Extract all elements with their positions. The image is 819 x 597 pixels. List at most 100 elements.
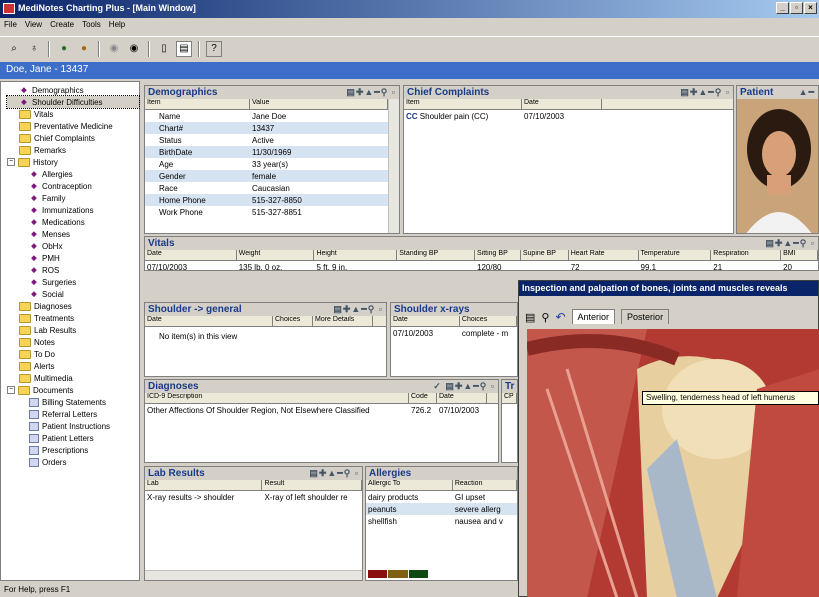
column-header[interactable]: Date	[391, 316, 460, 326]
tree-item[interactable]: Referral Letters	[7, 408, 139, 420]
column-header[interactable]: Date	[145, 250, 237, 260]
tree-item[interactable]: ◆ Contraception	[7, 180, 139, 192]
column-header[interactable]: CP	[502, 393, 517, 403]
panel-actions-icon[interactable]: ▤✚▲━⚲ ▫	[680, 87, 733, 98]
tree-item[interactable]: Patient Letters	[7, 432, 139, 444]
tree-item[interactable]: Preventative Medicine	[7, 120, 139, 132]
table-row[interactable]: Name Jane Doe	[145, 110, 388, 122]
menu-create[interactable]: Create	[50, 20, 74, 32]
tree-item[interactable]: Alerts	[7, 360, 139, 372]
column-header[interactable]: Code	[409, 393, 437, 403]
table-row[interactable]: peanuts severe allerg	[366, 503, 517, 515]
tree-item[interactable]: Orders	[7, 456, 139, 468]
column-header[interactable]: Respiration	[711, 250, 782, 260]
table-row[interactable]: shellfish nausea and v	[366, 515, 517, 527]
tree-item[interactable]: Prescriptions	[7, 444, 139, 456]
column-header[interactable]: BMI	[781, 250, 818, 260]
tree-item[interactable]: ◆ Medications	[7, 216, 139, 228]
document-icon[interactable]: ▯	[156, 41, 172, 57]
binoculars-icon[interactable]: ⌕	[6, 41, 22, 57]
tree-item[interactable]: ◆ Family	[7, 192, 139, 204]
column-header[interactable]: Heart Rate	[569, 250, 639, 260]
panel-actions-icon[interactable]: ▤✚▲━⚲ ▫	[309, 468, 362, 479]
vertical-scrollbar[interactable]	[388, 99, 399, 233]
tree-item[interactable]: Notes	[7, 336, 139, 348]
zoom-icon[interactable]: ⚲	[541, 311, 549, 324]
maximize-button[interactable]: ▫	[790, 2, 803, 14]
column-header[interactable]: Item	[145, 99, 250, 109]
column-header[interactable]: Height	[314, 250, 398, 260]
tree-item[interactable]: ◆ PMH	[7, 252, 139, 264]
panel-actions-icon[interactable]: ▤✚▲━⚲ ▫	[346, 87, 399, 98]
tree-item[interactable]: Multimedia	[7, 372, 139, 384]
column-header[interactable]: Value	[250, 99, 388, 109]
print-icon[interactable]: ▤	[525, 311, 535, 324]
minimize-button[interactable]: _	[776, 2, 789, 14]
table-row[interactable]: BirthDate 11/30/1969	[145, 146, 388, 158]
close-button[interactable]: ×	[804, 2, 817, 14]
column-header[interactable]: Date	[145, 316, 273, 326]
help-icon[interactable]: ?	[206, 40, 222, 57]
tree-item[interactable]: Treatments	[7, 312, 139, 324]
patient-icon[interactable]: ●	[56, 41, 72, 57]
tree-item[interactable]: To Do	[7, 348, 139, 360]
tree-item[interactable]: ◆ Surgeries	[7, 276, 139, 288]
tree-item[interactable]: ◆ ROS	[7, 264, 139, 276]
menu-file[interactable]: File	[4, 20, 17, 32]
tree-item[interactable]: Remarks	[7, 144, 139, 156]
tree-item[interactable]: Diagnoses	[7, 300, 139, 312]
table-row[interactable]: Home Phone 515-327-8850	[145, 194, 388, 206]
column-header[interactable]: Sitting BP	[475, 250, 521, 260]
camera-icon[interactable]: ◉	[106, 41, 122, 57]
column-header[interactable]: Temperature	[639, 250, 712, 260]
tree-item[interactable]: ◆ Demographics	[7, 84, 139, 96]
column-header[interactable]: Date	[522, 99, 602, 109]
tree-item[interactable]: ◆ Shoulder Difficulties	[6, 95, 140, 109]
table-row[interactable]: X-ray results -> shoulder X-ray of left s…	[145, 491, 362, 503]
tab-anterior[interactable]: Anterior	[571, 309, 616, 324]
tree-item[interactable]: Lab Results	[7, 324, 139, 336]
back-arrow-icon[interactable]: ↶	[555, 310, 565, 324]
column-header[interactable]: Weight	[237, 250, 315, 260]
table-row[interactable]: 07/10/2003 135 lb. 0 oz. 5 ft. 9 in. 120/80…	[145, 261, 818, 271]
collapse-icon[interactable]: −	[7, 386, 15, 394]
menu-help[interactable]: Help	[109, 20, 125, 32]
tree-item[interactable]: Vitals	[7, 108, 139, 120]
tree-item[interactable]: ◆ Menses	[7, 228, 139, 240]
menu-view[interactable]: View	[25, 20, 42, 32]
tree-item[interactable]: − Documents	[7, 384, 139, 396]
column-header[interactable]: Allergic To	[366, 480, 453, 490]
column-header[interactable]: Item	[404, 99, 522, 109]
column-header[interactable]: Choices	[460, 316, 517, 326]
table-row[interactable]: Status Active	[145, 134, 388, 146]
tree-view-icon[interactable]: ▤	[176, 40, 192, 57]
table-row[interactable]: Other Affections Of Shoulder Region, Not…	[145, 404, 498, 416]
stethoscope-icon[interactable]: ♁	[26, 41, 42, 57]
collapse-icon[interactable]: −	[7, 158, 15, 166]
tree-item[interactable]: Patient Instructions	[7, 420, 139, 432]
table-row[interactable]: Race Caucasian	[145, 182, 388, 194]
patient-search-icon[interactable]: ●	[76, 41, 92, 57]
panel-actions-icon[interactable]: ✓ ▤✚▲━⚲ ▫	[433, 381, 498, 392]
shoulder-anatomy-image[interactable]	[527, 329, 819, 597]
column-header[interactable]: Result	[262, 480, 362, 490]
table-row[interactable]: Gender female	[145, 170, 388, 182]
column-header[interactable]: More Details	[313, 316, 373, 326]
tree-item[interactable]: ◆ ObHx	[7, 240, 139, 252]
tree-item[interactable]: − History	[7, 156, 139, 168]
table-row[interactable]: Age 33 year(s)	[145, 158, 388, 170]
menu-tools[interactable]: Tools	[82, 20, 101, 32]
tree-item[interactable]: ◆ Immunizations	[7, 204, 139, 216]
table-row[interactable]: dairy products GI upset	[366, 491, 517, 503]
panel-actions-icon[interactable]: ▤✚▲━⚲ ▫	[333, 304, 386, 315]
horizontal-scrollbar[interactable]	[145, 570, 362, 580]
column-header[interactable]: Reaction	[453, 480, 517, 490]
column-header[interactable]: Date	[437, 393, 487, 403]
tree-item[interactable]: ◆ Social	[7, 288, 139, 300]
panel-actions-icon[interactable]: ▲━	[799, 87, 818, 98]
tree-item[interactable]: Chief Complaints	[7, 132, 139, 144]
column-header[interactable]: Choices	[273, 316, 313, 326]
column-header[interactable]: Supine BP	[521, 250, 569, 260]
table-row[interactable]: CC Shoulder pain (CC) 07/10/2003	[404, 110, 733, 122]
column-header[interactable]: Standing BP	[397, 250, 475, 260]
